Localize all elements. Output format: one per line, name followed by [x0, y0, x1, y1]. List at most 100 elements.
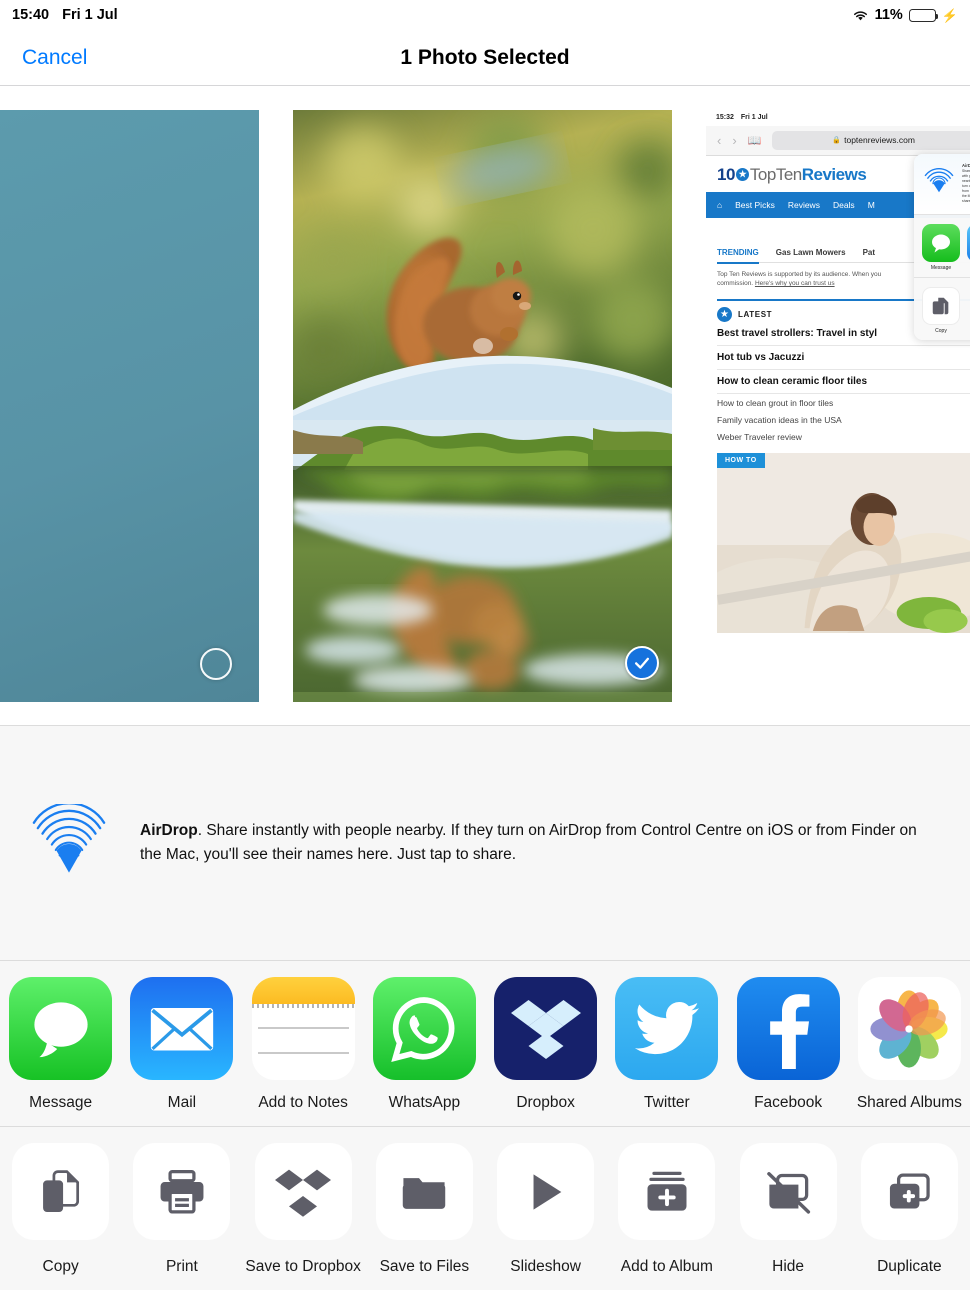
action-copy[interactable]: Copy — [0, 1143, 121, 1276]
site-nav-item-2: Deals — [832, 199, 855, 210]
nested-airdrop-desc: Share instantly with people nearby. If t… — [962, 168, 970, 204]
airdrop-title: AirDrop — [140, 822, 198, 840]
site-howto-badge: HOW TO — [717, 453, 765, 469]
site-headline-2: How to clean ceramic floor tiles — [717, 370, 970, 395]
action-hide[interactable]: Hide — [728, 1143, 849, 1276]
share-app-notes[interactable]: Add to Notes — [243, 977, 364, 1112]
nested-actions-row: Copy — [914, 276, 970, 340]
site-tab-patio: Pat — [862, 247, 876, 257]
nested-app-message-label: Message — [930, 264, 952, 271]
copy-icon — [12, 1143, 110, 1240]
photos-icon — [857, 977, 961, 1080]
site-article-image: HOW TO — [717, 453, 970, 634]
share-app-twitter[interactable]: Twitter — [606, 977, 727, 1112]
share-app-notes-label: Add to Notes — [258, 1094, 348, 1111]
share-app-whatsapp[interactable]: WhatsApp — [364, 977, 485, 1112]
nested-share-sheet: AirDrop Share instantly with people near… — [914, 153, 970, 340]
site-tab-mowers: Gas Lawn Mowers — [775, 247, 846, 257]
forward-chevron-icon: › — [732, 132, 737, 148]
photo-thumbnail-squirrel[interactable] — [293, 109, 672, 702]
messages-icon — [922, 223, 960, 262]
nested-app-message: Message — [922, 223, 960, 271]
address-bar-url: toptenreviews.com — [844, 135, 915, 145]
airdrop-section[interactable]: AirDrop. Share instantly with people nea… — [0, 726, 970, 961]
share-app-facebook-label: Facebook — [754, 1094, 823, 1111]
photo-thumbnail-teal[interactable] — [0, 109, 259, 702]
share-app-message-label: Message — [29, 1094, 93, 1111]
action-save-to-dropbox[interactable]: Save to Dropbox — [243, 1143, 364, 1276]
site-list-item-2: Weber Traveler review — [717, 431, 802, 442]
duplicate-icon — [860, 1143, 958, 1240]
folder-icon — [375, 1143, 473, 1240]
site-latest-star-icon: ★ — [717, 307, 732, 323]
share-apps-section: Message Mail Add to Notes WhatsApp Dropb… — [0, 961, 970, 1127]
selection-circle-unselected[interactable] — [200, 647, 232, 680]
action-print[interactable]: Print — [121, 1143, 242, 1276]
squirrel-photo-image — [293, 109, 672, 702]
status-time: 15:40 — [12, 7, 50, 23]
site-nav-item-1: Reviews — [787, 199, 820, 210]
site-disclaimer-line1: Top Ten Reviews is supported by its audi… — [717, 270, 882, 278]
share-app-dropbox[interactable]: Dropbox — [485, 977, 606, 1112]
action-save-to-dropbox-label: Save to Dropbox — [245, 1258, 361, 1275]
selection-checkmark-selected[interactable] — [625, 645, 659, 680]
status-bar: 15:40 Fri 1 Jul 11% ⚡ — [0, 0, 970, 30]
site-latest-label: LATEST — [738, 310, 773, 320]
nested-airdrop-text: AirDrop Share instantly with people near… — [962, 163, 970, 205]
battery-percent-label: 11% — [874, 7, 903, 23]
logo-ten: 10 — [717, 164, 735, 184]
screenshot-status-time: 15:32 — [716, 114, 734, 121]
action-save-to-files-label: Save to Files — [379, 1258, 470, 1275]
lock-icon: 🔒 — [832, 137, 842, 144]
nested-action-copy-label: Copy — [935, 327, 947, 334]
notes-icon — [251, 977, 355, 1080]
site-tab-trending: TRENDING — [717, 248, 759, 264]
bookmarks-icon: 📖 — [747, 134, 762, 147]
photo-thumbnail-screenshot[interactable]: 15:32 Fri 1 Jul ‹ › 📖 🔒 toptenreviews.co… — [706, 109, 970, 702]
dropbox-icon — [494, 977, 598, 1080]
share-app-facebook[interactable]: Facebook — [728, 977, 849, 1112]
logo-topten: TopTen — [749, 164, 802, 184]
airdrop-icon — [32, 804, 106, 873]
share-app-mail-label: Mail — [167, 1094, 197, 1111]
action-duplicate[interactable]: Duplicate — [849, 1143, 970, 1276]
airdrop-description: AirDrop. Share instantly with people nea… — [140, 819, 940, 866]
battery-icon — [908, 8, 939, 22]
lightning-bolt-icon: ⚡ — [941, 7, 958, 23]
messages-icon — [9, 977, 113, 1080]
share-app-whatsapp-label: WhatsApp — [388, 1094, 461, 1111]
action-save-to-files[interactable]: Save to Files — [364, 1143, 485, 1276]
nested-apps-row: Message — [914, 213, 970, 277]
action-slideshow-label: Slideshow — [510, 1258, 581, 1275]
screenshot-status-bar: 15:32 Fri 1 Jul — [706, 110, 970, 126]
site-nav-item-0: Best Picks — [735, 199, 775, 210]
share-app-shared-albums-label: Shared Albums — [856, 1094, 962, 1111]
play-icon — [497, 1143, 595, 1240]
actions-row: Copy Print Save to Dropbox Save to Files… — [0, 1143, 970, 1276]
cancel-button[interactable]: Cancel — [22, 46, 87, 70]
action-add-to-album[interactable]: Add to Album — [606, 1143, 727, 1276]
action-duplicate-label: Duplicate — [877, 1258, 942, 1275]
action-print-label: Print — [165, 1258, 198, 1275]
site-nav-item-3: M — [867, 199, 875, 210]
add-to-album-icon — [618, 1143, 716, 1240]
share-app-mail[interactable]: Mail — [121, 977, 242, 1112]
site-disclaimer-link: Here's why you can trust us — [754, 279, 835, 287]
dropbox-icon — [254, 1143, 352, 1240]
nested-action-copy: Copy — [922, 286, 960, 334]
printer-icon — [133, 1143, 231, 1240]
logo-star-icon: ★ — [735, 168, 749, 181]
photo-preview-strip[interactable]: 15:32 Fri 1 Jul ‹ › 📖 🔒 toptenreviews.co… — [0, 86, 970, 726]
site-headline-1: Hot tub vs Jacuzzi — [717, 346, 970, 371]
share-app-dropbox-label: Dropbox — [516, 1094, 575, 1111]
navigation-bar: Cancel 1 Photo Selected — [0, 30, 970, 86]
share-app-shared-albums[interactable]: Shared Albums — [849, 977, 970, 1112]
address-bar: 🔒 toptenreviews.com — [772, 130, 970, 150]
action-slideshow[interactable]: Slideshow — [485, 1143, 606, 1276]
logo-reviews: Reviews — [801, 164, 867, 184]
safari-toolbar: ‹ › 📖 🔒 toptenreviews.com — [706, 125, 970, 156]
site-disclaimer-line2: commission. — [717, 279, 754, 287]
action-add-to-album-label: Add to Album — [620, 1258, 713, 1275]
share-app-message[interactable]: Message — [0, 977, 121, 1112]
status-date: Fri 1 Jul — [62, 7, 118, 23]
